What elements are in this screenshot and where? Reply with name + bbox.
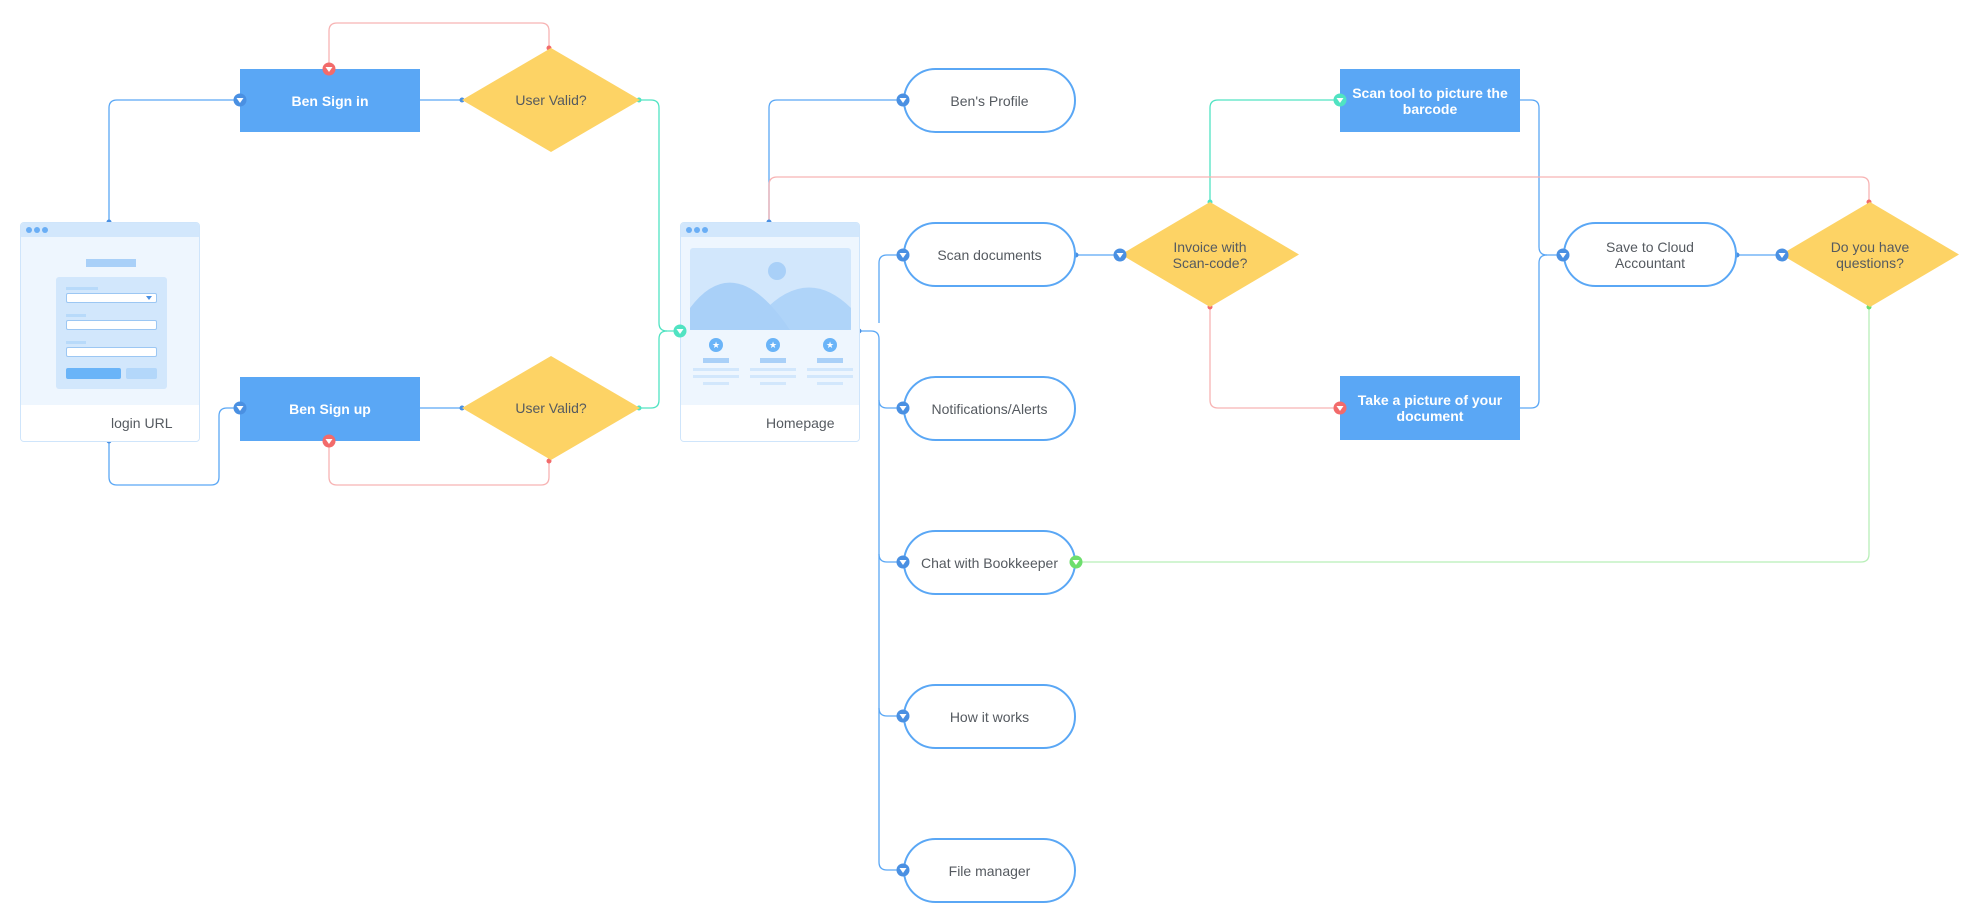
ben-sign-up-node[interactable]: Ben Sign up [240, 377, 420, 441]
login-url-mockup[interactable]: login URL [20, 222, 200, 442]
input-placeholder [66, 347, 157, 357]
star-icon: ★ [823, 338, 837, 352]
window-dot-icon [34, 227, 40, 233]
mockup-footer: login URL [21, 405, 199, 441]
edge-home-notifications[interactable] [878, 399, 903, 409]
window-dot-icon [42, 227, 48, 233]
node-label: User Valid? [515, 92, 587, 108]
node-label: Scan documents [937, 246, 1042, 263]
edge-home-chat[interactable] [878, 553, 903, 563]
scan-tool-node[interactable]: Scan tool to picture the barcode [1340, 69, 1520, 132]
homepage-mockup[interactable]: ★ ★ ★ Homepage [680, 222, 860, 442]
chat-with-bookkeeper-node[interactable]: Chat with Bookkeeper [903, 530, 1076, 595]
dropdown-placeholder [66, 293, 157, 303]
invoice-scan-code-decision[interactable]: Invoice with Scan-code? [1121, 202, 1299, 307]
ben-sign-in-node[interactable]: Ben Sign in [240, 69, 420, 132]
mockup-footer: Homepage [681, 405, 859, 441]
node-label: Ben's Profile [950, 92, 1029, 109]
window-dot-icon [26, 227, 32, 233]
button-placeholder [126, 368, 157, 379]
window-dot-icon [702, 227, 708, 233]
edge-takepic-save[interactable] [1520, 254, 1548, 409]
edge-home-trunk[interactable] [859, 330, 903, 871]
connector-layer [106, 22, 1872, 871]
node-label: File manager [948, 862, 1031, 879]
edge-home-profile[interactable] [768, 99, 903, 222]
node-label: How it works [949, 708, 1030, 725]
input-placeholder [66, 320, 157, 330]
node-label: Ben Sign in [291, 92, 369, 109]
chevron-down-icon [146, 296, 152, 300]
node-label: Invoice with Scan-code? [1172, 238, 1248, 271]
node-label: User Valid? [515, 400, 587, 416]
notifications-alerts-node[interactable]: Notifications/Alerts [903, 376, 1076, 441]
take-picture-node[interactable]: Take a picture of your document [1340, 376, 1520, 440]
node-label: Do you have questions? [1830, 238, 1910, 271]
edge-home-scandocs[interactable] [878, 254, 903, 323]
save-to-cloud-node[interactable]: Save to Cloud Accountant [1563, 222, 1737, 287]
star-icon: ★ [709, 338, 723, 352]
form-panel [56, 277, 167, 389]
questions-decision[interactable]: Do you have questions? [1781, 202, 1959, 307]
file-manager-node[interactable]: File manager [903, 838, 1076, 903]
how-it-works-node[interactable]: How it works [903, 684, 1076, 749]
homepage-label: Homepage [766, 415, 835, 431]
login-url-label: login URL [111, 415, 173, 431]
edge-questions-home[interactable] [768, 176, 1870, 222]
browser-bar [681, 223, 859, 237]
bens-profile-node[interactable]: Ben's Profile [903, 68, 1076, 133]
window-dot-icon [694, 227, 700, 233]
edge-home-how[interactable] [878, 707, 903, 717]
image-placeholder-icon [690, 248, 851, 330]
button-placeholder [66, 368, 121, 379]
node-label: Notifications/Alerts [931, 400, 1048, 417]
user-valid-signin-decision[interactable]: User Valid? [462, 48, 640, 152]
user-valid-signup-decision[interactable]: User Valid? [462, 356, 640, 460]
browser-bar [21, 223, 199, 237]
node-label: Scan tool to picture the barcode [1352, 84, 1508, 117]
window-dot-icon [686, 227, 692, 233]
edge-invoice-scantool[interactable] [1209, 99, 1340, 202]
edge-validup-home[interactable] [639, 330, 668, 409]
node-label: Take a picture of your document [1357, 392, 1503, 424]
form-title-placeholder [86, 259, 136, 267]
star-icon: ★ [766, 338, 780, 352]
edge-login-signin[interactable] [108, 99, 240, 222]
node-label: Chat with Bookkeeper [921, 554, 1058, 571]
node-label: Save to Cloud Accountant [1606, 238, 1694, 271]
edge-invoice-takepic[interactable] [1209, 307, 1340, 409]
edge-validin-home[interactable] [639, 99, 680, 332]
scan-documents-node[interactable]: Scan documents [903, 222, 1076, 287]
node-label: Ben Sign up [289, 401, 371, 417]
